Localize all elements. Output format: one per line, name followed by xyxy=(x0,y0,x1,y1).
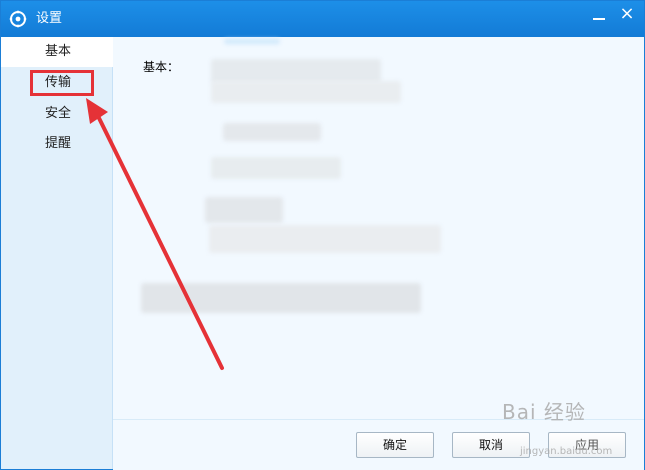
title-bar[interactable]: 设置 × xyxy=(1,1,644,37)
sidebar-item-label: 安全 xyxy=(45,106,72,121)
dialog-footer: 确定 取消 应用 xyxy=(113,419,644,470)
gear-icon xyxy=(9,10,27,28)
minimize-button[interactable] xyxy=(586,5,612,27)
redacted-content xyxy=(209,225,441,253)
cancel-button[interactable]: 取消 xyxy=(452,432,530,458)
redacted-content xyxy=(211,59,381,83)
basic-section-label: 基本： xyxy=(143,60,180,74)
settings-content: 基本： xyxy=(113,37,644,419)
redacted-content xyxy=(211,157,341,179)
sidebar-item-transfer[interactable]: 传输 xyxy=(1,68,112,98)
minimize-icon xyxy=(593,18,605,20)
sidebar-item-label: 传输 xyxy=(45,75,72,90)
redacted-content xyxy=(223,123,321,141)
ok-button[interactable]: 确定 xyxy=(356,432,434,458)
redacted-content xyxy=(211,81,401,103)
close-button[interactable]: × xyxy=(614,5,640,27)
close-icon: × xyxy=(619,3,635,24)
redacted-content xyxy=(224,39,280,44)
redacted-content xyxy=(205,197,283,223)
sidebar-item-basic[interactable]: 基本 xyxy=(1,37,113,67)
sidebar-item-label: 提醒 xyxy=(45,136,72,151)
redacted-content xyxy=(141,283,421,313)
settings-window: 设置 × 基本 传输 安全 提醒 基本： 确定 取消 应用 xyxy=(0,0,645,470)
apply-button[interactable]: 应用 xyxy=(548,432,626,458)
sidebar-item-label: 基本 xyxy=(45,44,72,59)
settings-sidebar: 基本 传输 安全 提醒 xyxy=(1,37,113,469)
window-title: 设置 xyxy=(36,11,63,26)
sidebar-item-reminder[interactable]: 提醒 xyxy=(1,129,112,159)
sidebar-item-security[interactable]: 安全 xyxy=(1,99,112,129)
